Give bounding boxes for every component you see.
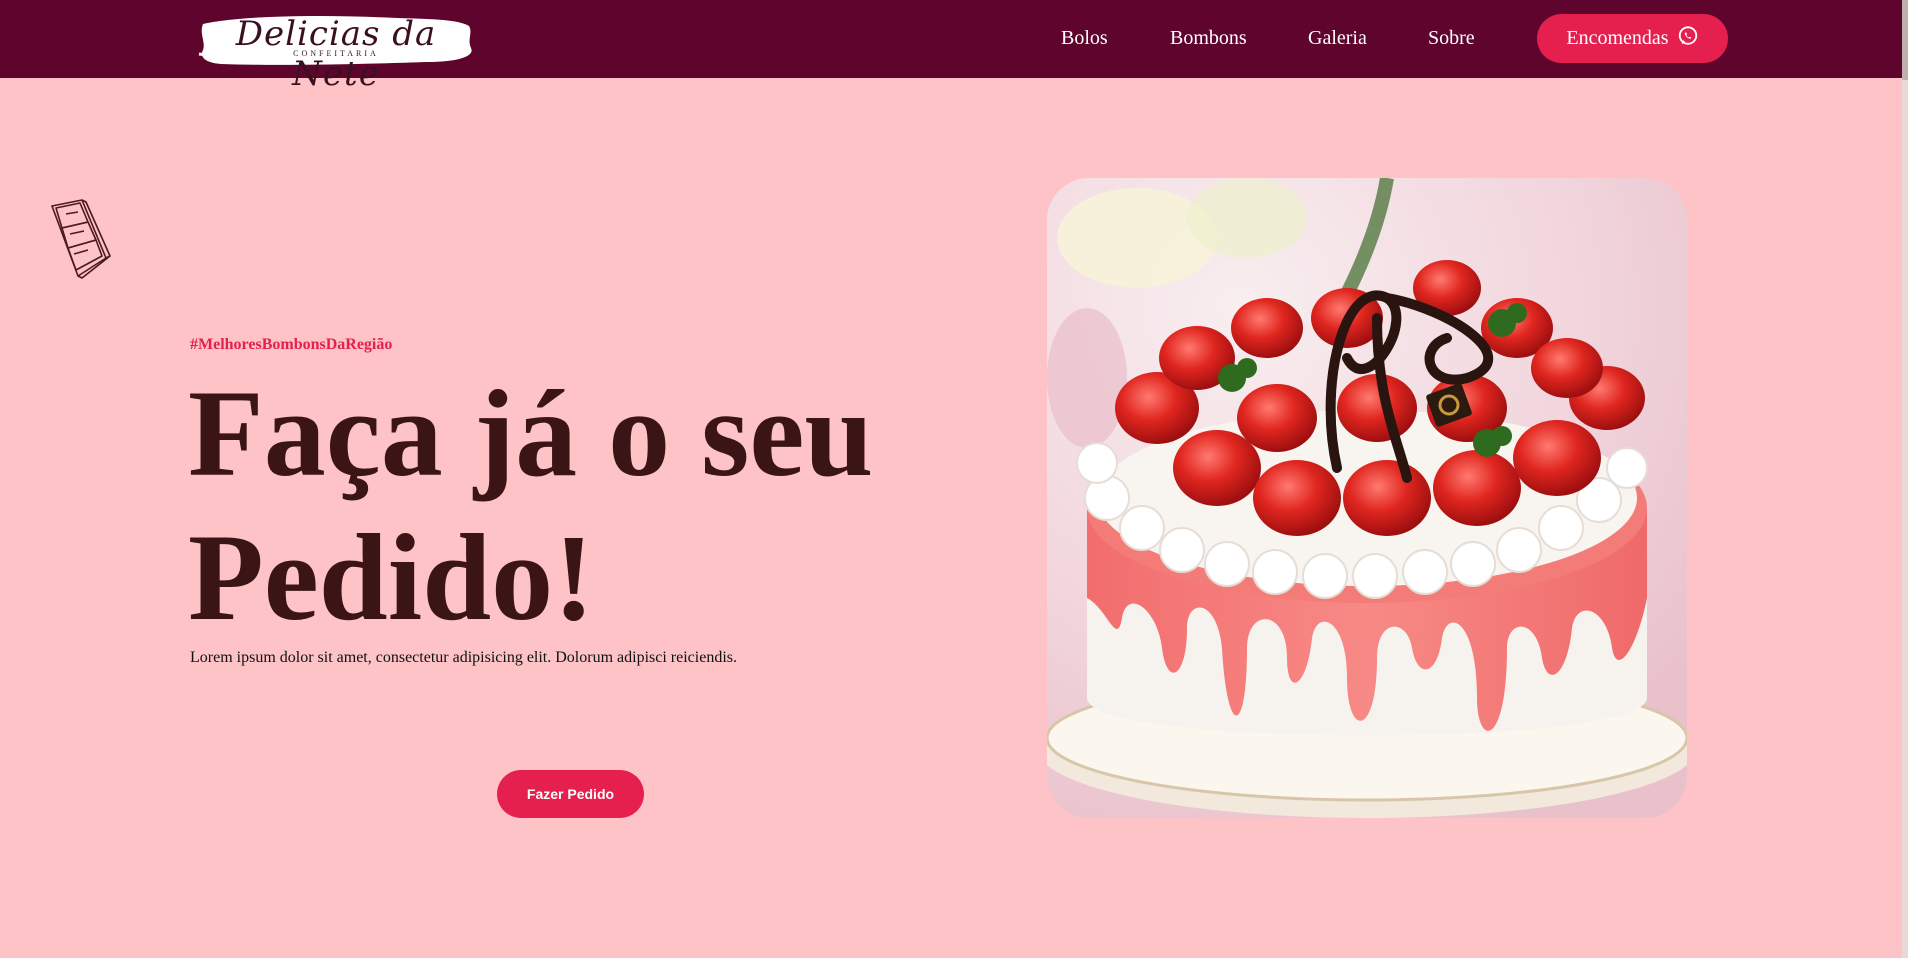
hero-headline: Faça já o seu Pedido! bbox=[188, 362, 948, 650]
chocolate-bar-sketch-icon bbox=[51, 199, 111, 279]
fazer-pedido-button[interactable]: Fazer Pedido bbox=[497, 770, 644, 818]
nav-link-bolos[interactable]: Bolos bbox=[1061, 24, 1108, 52]
strawberry-cake-image bbox=[1047, 178, 1687, 818]
headline-line-2: Pedido! bbox=[188, 509, 595, 646]
encomendas-label: Encomendas bbox=[1566, 27, 1669, 49]
nav-link-sobre[interactable]: Sobre bbox=[1428, 24, 1475, 52]
hero-hashtag: #MelhoresBombonsDaRegião bbox=[190, 336, 393, 353]
logo[interactable]: Delicias da Nete CONFEITARIA bbox=[197, 10, 475, 94]
nav-link-galeria[interactable]: Galeria bbox=[1308, 24, 1367, 52]
top-navbar: Delicias da Nete CONFEITARIA Bolos Bombo… bbox=[0, 0, 1908, 94]
logo-subtext: CONFEITARIA bbox=[293, 49, 379, 58]
encomendas-button[interactable]: Encomendas bbox=[1537, 14, 1728, 63]
whatsapp-icon bbox=[1678, 25, 1697, 45]
nav-link-bombons[interactable]: Bombons bbox=[1170, 24, 1247, 52]
hero-description: Lorem ipsum dolor sit amet, consectetur … bbox=[190, 649, 737, 666]
scrollbar-thumb[interactable] bbox=[1902, 0, 1908, 80]
headline-line-1: Faça já o seu bbox=[188, 365, 874, 502]
page-scrollbar[interactable] bbox=[1902, 0, 1908, 958]
